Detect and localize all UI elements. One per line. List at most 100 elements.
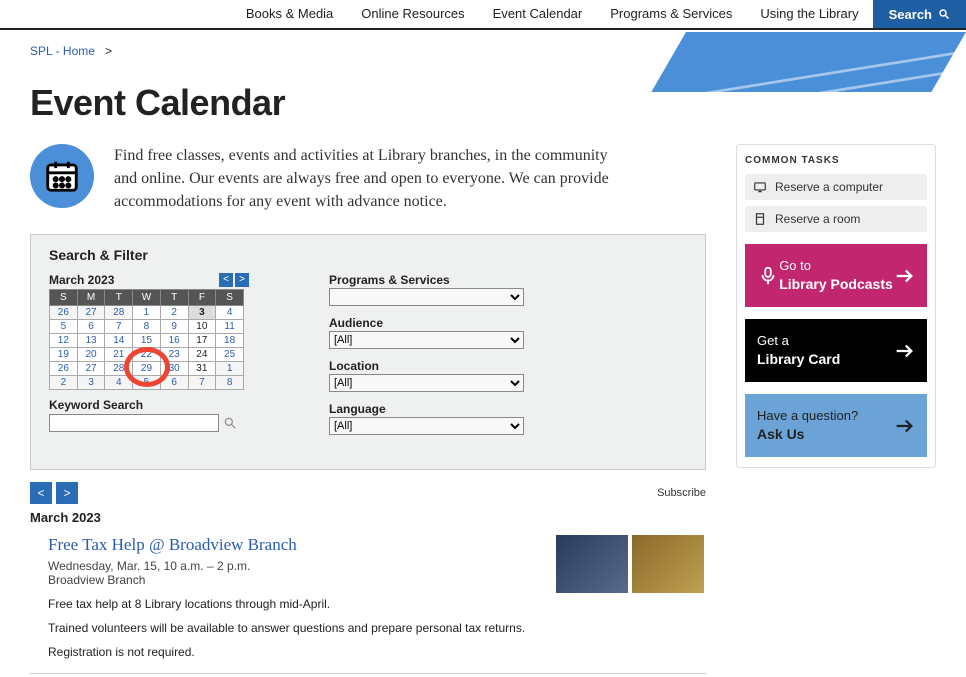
- calendar-day[interactable]: 13: [77, 333, 105, 347]
- calendar-day[interactable]: 27: [77, 305, 105, 319]
- calendar-day[interactable]: 20: [77, 347, 105, 361]
- results-prev-button[interactable]: <: [30, 482, 52, 504]
- results-next-button[interactable]: >: [56, 482, 78, 504]
- calendar-day[interactable]: 6: [77, 319, 105, 333]
- calendar-day[interactable]: 2: [160, 305, 188, 319]
- subscribe-link[interactable]: Subscribe: [657, 487, 706, 499]
- common-tasks-heading: COMMON TASKS: [745, 155, 927, 166]
- breadcrumb-home[interactable]: SPL - Home: [30, 44, 95, 58]
- calendar-day[interactable]: 23: [160, 347, 188, 361]
- calendar-day[interactable]: 18: [216, 333, 244, 347]
- calendar-day[interactable]: 3: [77, 375, 105, 389]
- search-button[interactable]: Search: [873, 0, 966, 28]
- event-desc-3: Registration is not required.: [48, 645, 536, 659]
- event-thumbnails: [556, 535, 706, 659]
- calendar-day[interactable]: 28: [105, 305, 133, 319]
- calendar-day[interactable]: 7: [188, 375, 216, 389]
- event-location: Broadview Branch: [48, 573, 536, 587]
- task-link[interactable]: Reserve a room: [745, 206, 927, 232]
- event-desc-1: Free tax help at 8 Library locations thr…: [48, 597, 536, 611]
- cta-black[interactable]: Get aLibrary Card: [745, 319, 927, 382]
- filter-title: Search & Filter: [49, 247, 687, 263]
- calendar-day[interactable]: 9: [160, 319, 188, 333]
- calendar-day[interactable]: 3: [188, 305, 216, 319]
- calendar-day[interactable]: 11: [216, 319, 244, 333]
- keyword-input[interactable]: [49, 414, 219, 432]
- calendar-day[interactable]: 25: [216, 347, 244, 361]
- calendar-day[interactable]: 1: [216, 361, 244, 375]
- calendar-grid: SMTWTFS 26272812345678910111213141516171…: [49, 289, 244, 390]
- calendar-day[interactable]: 26: [50, 305, 78, 319]
- filter-select-location[interactable]: [All]: [329, 374, 524, 392]
- calendar-day[interactable]: 19: [50, 347, 78, 361]
- event-desc-2: Trained volunteers will be available to …: [48, 621, 536, 635]
- intro-text: Find free classes, events and activities…: [114, 144, 614, 214]
- filter-label: Audience: [329, 316, 687, 330]
- keyword-label: Keyword Search: [49, 398, 249, 412]
- filter-label: Location: [329, 359, 687, 373]
- event-title-link[interactable]: Free Tax Help @ Broadview Branch: [48, 535, 536, 555]
- calendar-hero-icon: [30, 144, 94, 208]
- filter-select-language[interactable]: [All]: [329, 417, 524, 435]
- nav-calendar[interactable]: Event Calendar: [479, 0, 597, 28]
- calendar-day[interactable]: 12: [50, 333, 78, 347]
- calendar-day[interactable]: 26: [50, 361, 78, 375]
- calendar-day[interactable]: 5: [133, 375, 161, 389]
- search-filter-panel: Search & Filter March 2023 < > SMT: [30, 234, 706, 470]
- breadcrumb: SPL - Home >: [30, 30, 936, 72]
- calendar-next-button[interactable]: >: [235, 273, 249, 287]
- task-icon: [753, 180, 767, 194]
- search-icon: [938, 8, 950, 20]
- task-link[interactable]: Reserve a computer: [745, 174, 927, 200]
- event-item: Free Tax Help @ Broadview Branch Wednesd…: [30, 535, 706, 674]
- cta-blue[interactable]: Have a question?Ask Us: [745, 394, 927, 457]
- calendar-day[interactable]: 2: [50, 375, 78, 389]
- calendar-day[interactable]: 14: [105, 333, 133, 347]
- filter-select-audience[interactable]: [All]: [329, 331, 524, 349]
- search-label: Search: [889, 7, 932, 22]
- calendar-day[interactable]: 21: [105, 347, 133, 361]
- arrow-right-icon: [893, 265, 915, 287]
- calendar-day[interactable]: 15: [133, 333, 161, 347]
- calendar-day[interactable]: 8: [133, 319, 161, 333]
- arrow-right-icon: [893, 415, 915, 437]
- calendar-day[interactable]: 29: [133, 361, 161, 375]
- page-title: Event Calendar: [30, 82, 936, 124]
- event-datetime: Wednesday, Mar. 15, 10 a.m. – 2 p.m.: [48, 559, 536, 573]
- calendar-day[interactable]: 8: [216, 375, 244, 389]
- calendar-day[interactable]: 16: [160, 333, 188, 347]
- calendar-day[interactable]: 1: [133, 305, 161, 319]
- calendar-day[interactable]: 7: [105, 319, 133, 333]
- calendar-day[interactable]: 22: [133, 347, 161, 361]
- calendar-day[interactable]: 24: [188, 347, 216, 361]
- top-nav: Books & Media Online Resources Event Cal…: [0, 0, 966, 30]
- nav-using[interactable]: Using the Library: [746, 0, 872, 28]
- cta-pink[interactable]: Go toLibrary Podcasts: [745, 244, 927, 307]
- keyword-search-icon[interactable]: [223, 416, 237, 430]
- task-icon: [753, 212, 767, 226]
- calendar-day[interactable]: 17: [188, 333, 216, 347]
- filter-select-programs-services[interactable]: [329, 288, 524, 306]
- arrow-right-icon: [893, 340, 915, 362]
- calendar-day[interactable]: 4: [105, 375, 133, 389]
- nav-programs[interactable]: Programs & Services: [596, 0, 746, 28]
- event-thumb-1: [556, 535, 628, 593]
- nav-books[interactable]: Books & Media: [232, 0, 347, 28]
- event-thumb-2: [632, 535, 704, 593]
- filter-label: Language: [329, 402, 687, 416]
- calendar-day[interactable]: 28: [105, 361, 133, 375]
- sidebar: COMMON TASKS Reserve a computer Reserve a…: [736, 144, 936, 468]
- calendar-prev-button[interactable]: <: [219, 273, 233, 287]
- calendar-day[interactable]: 27: [77, 361, 105, 375]
- calendar-day[interactable]: 10: [188, 319, 216, 333]
- calendar-day[interactable]: 5: [50, 319, 78, 333]
- filter-label: Programs & Services: [329, 273, 687, 287]
- calendar-day[interactable]: 4: [216, 305, 244, 319]
- results-month-heading: March 2023: [30, 510, 706, 525]
- calendar-day[interactable]: 6: [160, 375, 188, 389]
- nav-online[interactable]: Online Resources: [347, 0, 478, 28]
- podcast-icon: [757, 265, 779, 287]
- calendar-month-label: March 2023: [49, 273, 114, 287]
- calendar-day[interactable]: 30: [160, 361, 188, 375]
- calendar-day[interactable]: 31: [188, 361, 216, 375]
